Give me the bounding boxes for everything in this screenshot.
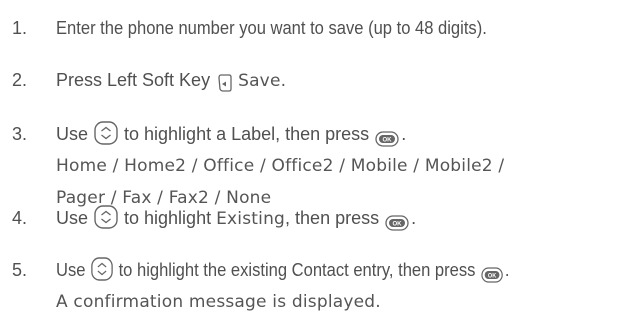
navigation-key-icon xyxy=(94,121,118,145)
step-number: 4. xyxy=(12,208,28,228)
step-text: Use to highlight a Label, then press OK … xyxy=(56,118,504,214)
step-4-text-middle-2: , then press xyxy=(285,208,380,228)
step-4-text-start: Use xyxy=(56,208,89,228)
label-options-line-1: Home / Home2 / Office / Office2 / Mobile… xyxy=(56,156,505,176)
step-number: 5. xyxy=(12,260,28,280)
step-text: Use to highlight Existing, then press OK… xyxy=(56,202,416,235)
step-text: Press Left Soft Key Save. xyxy=(56,64,286,97)
step-text: Use to highlight the existing Contact en… xyxy=(56,254,549,318)
step-3-text-end: . xyxy=(401,124,407,144)
ok-key-icon: OK xyxy=(385,209,409,231)
step-number: 1. xyxy=(12,18,28,38)
ok-key-label: OK xyxy=(383,138,393,144)
step-text: Enter the phone number you want to save … xyxy=(56,12,524,44)
step-1-text: Enter the phone number you want to save … xyxy=(56,18,487,38)
step-4-text-middle: to highlight xyxy=(124,208,212,228)
step-5-line-1: Use to highlight the existing Contact en… xyxy=(56,254,509,286)
step-3-text-start: Use xyxy=(56,124,89,144)
ok-key-icon: OK xyxy=(481,261,503,283)
ok-key-label: OK xyxy=(393,222,403,228)
confirmation-message-text: A confirmation message is displayed. xyxy=(56,292,381,312)
ok-key-icon: OK xyxy=(375,125,399,147)
step-3-text-middle: to highlight a Label, then press xyxy=(124,124,370,144)
navigation-key-icon xyxy=(94,205,118,229)
step-5-text-end: . xyxy=(504,260,510,280)
step-number: 3. xyxy=(12,124,28,144)
step-4-text-end: . xyxy=(411,208,417,228)
step-number: 2. xyxy=(12,70,28,90)
option-existing: Existing xyxy=(216,209,286,229)
step-5-text-start: Use xyxy=(56,260,86,280)
softkey-label-save: Save. xyxy=(238,71,287,91)
navigation-key-icon xyxy=(91,257,113,281)
ok-key-label: OK xyxy=(488,273,497,279)
step-2-text: Press Left Soft Key xyxy=(56,70,211,90)
step-5-text-middle: to highlight the existing Contact entry,… xyxy=(118,260,476,280)
left-soft-key-icon xyxy=(218,70,232,92)
